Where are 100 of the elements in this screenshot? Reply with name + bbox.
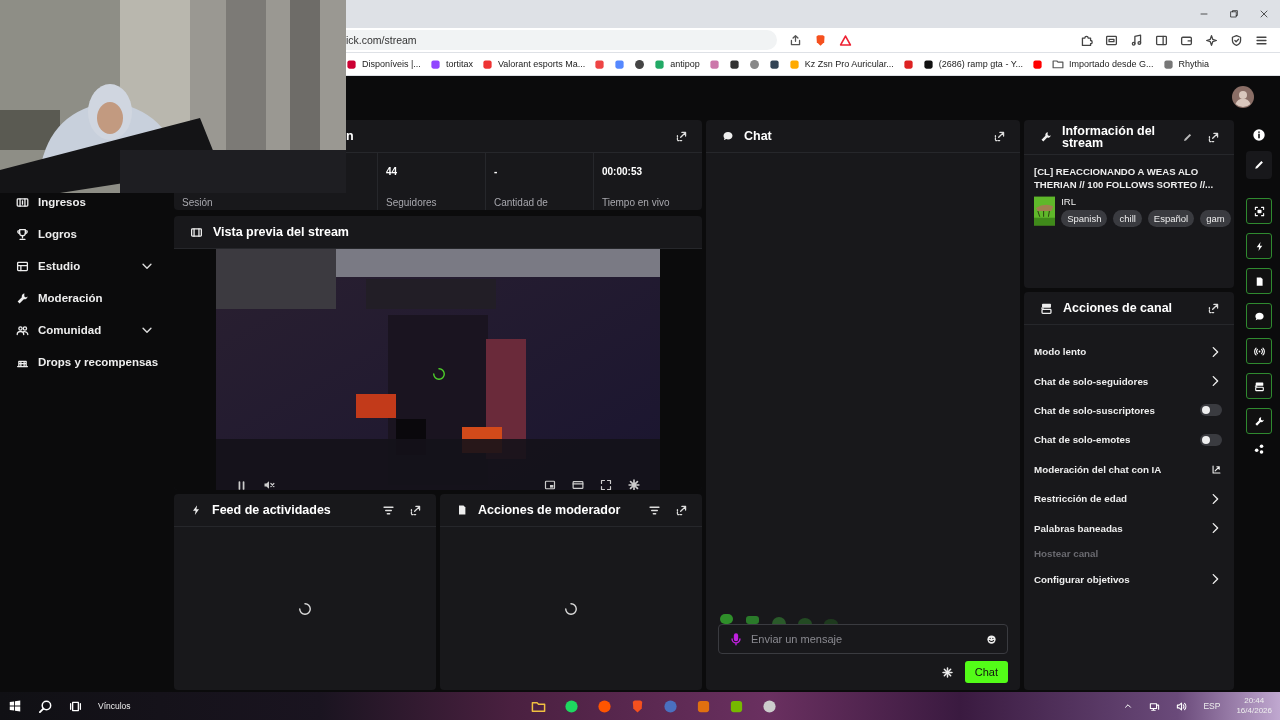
bookmark-link[interactable]: Valorant esports Ma... <box>481 58 586 70</box>
panel-icon <box>1040 301 1053 315</box>
pip-icon[interactable] <box>544 479 556 490</box>
microphone-icon[interactable] <box>729 632 743 646</box>
bookmark-link[interactable]: Kz Zsn Pro Auricular... <box>788 58 894 70</box>
action-item[interactable]: Moderación del chat con IA <box>1034 463 1211 475</box>
language-indicator[interactable]: ESP <box>1203 701 1221 711</box>
action-item[interactable]: Palabras baneadas <box>1034 522 1208 534</box>
popout-icon[interactable] <box>1207 301 1220 315</box>
app-icon[interactable] <box>729 698 745 714</box>
panel-icon <box>456 504 468 516</box>
avatar[interactable] <box>1232 86 1254 108</box>
emoji-icon[interactable] <box>986 633 997 645</box>
external-link-icon <box>1211 463 1222 475</box>
rail-button[interactable] <box>1246 373 1272 399</box>
popout-icon[interactable] <box>675 503 688 517</box>
rail-button[interactable] <box>1246 408 1272 434</box>
popout-icon[interactable] <box>675 129 688 143</box>
theater-icon[interactable] <box>572 479 584 490</box>
favicon-icon <box>654 58 666 70</box>
popout-icon[interactable] <box>1207 130 1220 144</box>
bookmark-icon[interactable] <box>728 58 740 70</box>
panel-title: Información del stream <box>1062 125 1157 149</box>
sidebar-item[interactable]: Comunidad <box>0 322 170 338</box>
address-field[interactable]: ick.com/stream <box>346 30 777 50</box>
chat-icon <box>722 130 734 142</box>
tab-icon[interactable] <box>1104 33 1118 47</box>
rail-button[interactable] <box>1246 303 1272 329</box>
network-icon[interactable] <box>1149 700 1161 712</box>
puzzle-icon[interactable] <box>1079 33 1093 47</box>
bookmark-link[interactable]: Rhythia <box>1162 58 1210 70</box>
rail-button[interactable] <box>1246 268 1272 294</box>
edit-icon[interactable] <box>1182 131 1193 143</box>
toolbar-label[interactable]: Vínculos <box>98 701 131 711</box>
favicon-icon <box>481 58 493 70</box>
stat-label: Seguidores <box>386 197 438 208</box>
panel-title: Vista previa del stream <box>213 225 350 239</box>
tag-chip[interactable]: Spanish <box>1061 210 1108 227</box>
triangle-icon[interactable] <box>838 33 852 47</box>
shield-icon[interactable] <box>1229 33 1243 47</box>
toggle-switch[interactable] <box>1200 433 1222 446</box>
tray-chevron-icon[interactable] <box>1123 701 1134 711</box>
stat-label: Tiempo en vivo <box>602 197 671 208</box>
rail-button[interactable] <box>1246 198 1272 224</box>
bookmark-link[interactable]: antipop <box>654 58 700 70</box>
favicon-icon <box>429 58 441 70</box>
task-view-icon[interactable] <box>69 699 82 713</box>
pause-icon[interactable] <box>236 479 247 490</box>
rail-button[interactable] <box>1246 338 1272 364</box>
bookmark-icon[interactable] <box>634 58 646 70</box>
maximize-icon[interactable] <box>1228 8 1240 20</box>
send-button[interactable]: Chat <box>964 661 1008 683</box>
settings-icon[interactable] <box>628 479 640 490</box>
sidebar-item[interactable]: Ingresos <box>0 194 170 210</box>
panel-title: n <box>346 129 355 143</box>
action-item: Hostear canal <box>1034 548 1100 560</box>
popout-icon[interactable] <box>409 503 422 517</box>
toggle-switch[interactable] <box>1200 404 1222 417</box>
share-icon[interactable] <box>788 33 802 47</box>
close-icon[interactable] <box>1258 8 1270 20</box>
favicon-icon <box>346 58 357 70</box>
action-item[interactable]: Chat de solo-seguidores <box>1034 375 1208 387</box>
bookmark-icon[interactable] <box>768 58 780 70</box>
bookmark-link[interactable]: Disponíveis |... <box>346 58 421 70</box>
sidebar-icon[interactable] <box>1154 33 1168 47</box>
mute-icon[interactable] <box>263 479 275 490</box>
rail-icon <box>1253 345 1265 357</box>
fullscreen-icon[interactable] <box>600 479 612 490</box>
app-icon[interactable] <box>696 698 712 714</box>
category-label[interactable]: IRL <box>1061 196 1224 207</box>
bookmark-link[interactable]: (2686) ramp gta - Y... <box>922 58 1024 70</box>
search-icon[interactable] <box>38 698 53 714</box>
windows-icon[interactable] <box>8 699 22 713</box>
message-field[interactable]: Enviar un mensaje <box>718 624 1008 654</box>
tag-chip[interactable]: Español <box>1147 210 1195 227</box>
tag-chip[interactable]: chill <box>1113 210 1142 227</box>
bookmark-link[interactable]: tortitax <box>429 58 473 70</box>
rail-icon <box>1253 205 1265 217</box>
tag-chip[interactable]: gam <box>1200 210 1231 227</box>
action-item[interactable]: Chat de solo-emotes <box>1034 434 1200 446</box>
menu-item-icon <box>16 227 29 241</box>
sidebar-item[interactable]: Moderación <box>0 290 170 306</box>
music-icon[interactable] <box>1129 33 1143 47</box>
action-item[interactable]: Configurar objetivos <box>1034 573 1208 585</box>
rail-icon <box>1253 310 1265 322</box>
action-item[interactable]: Modo lento <box>1034 346 1208 358</box>
sparkle-icon[interactable] <box>1204 33 1218 47</box>
loading-spinner <box>298 601 312 616</box>
action-item[interactable]: Chat de solo-suscriptores <box>1034 404 1200 416</box>
bookmark-folder[interactable]: Importado desde G... <box>1052 58 1154 70</box>
sidebar-item[interactable]: Drops y recompensas <box>0 354 170 370</box>
action-item[interactable]: Restricción de edad <box>1034 493 1208 505</box>
info-icon[interactable] <box>1252 128 1266 142</box>
sidebar-item[interactable]: Estudio <box>0 258 170 274</box>
edit-button[interactable] <box>1246 151 1272 179</box>
popout-icon[interactable] <box>993 129 1006 143</box>
message-input[interactable]: Enviar un mensaje <box>751 633 978 645</box>
dots-icon[interactable] <box>1252 443 1266 456</box>
volume-icon[interactable] <box>1176 700 1188 712</box>
sidebar-item[interactable]: Logros <box>0 226 170 242</box>
